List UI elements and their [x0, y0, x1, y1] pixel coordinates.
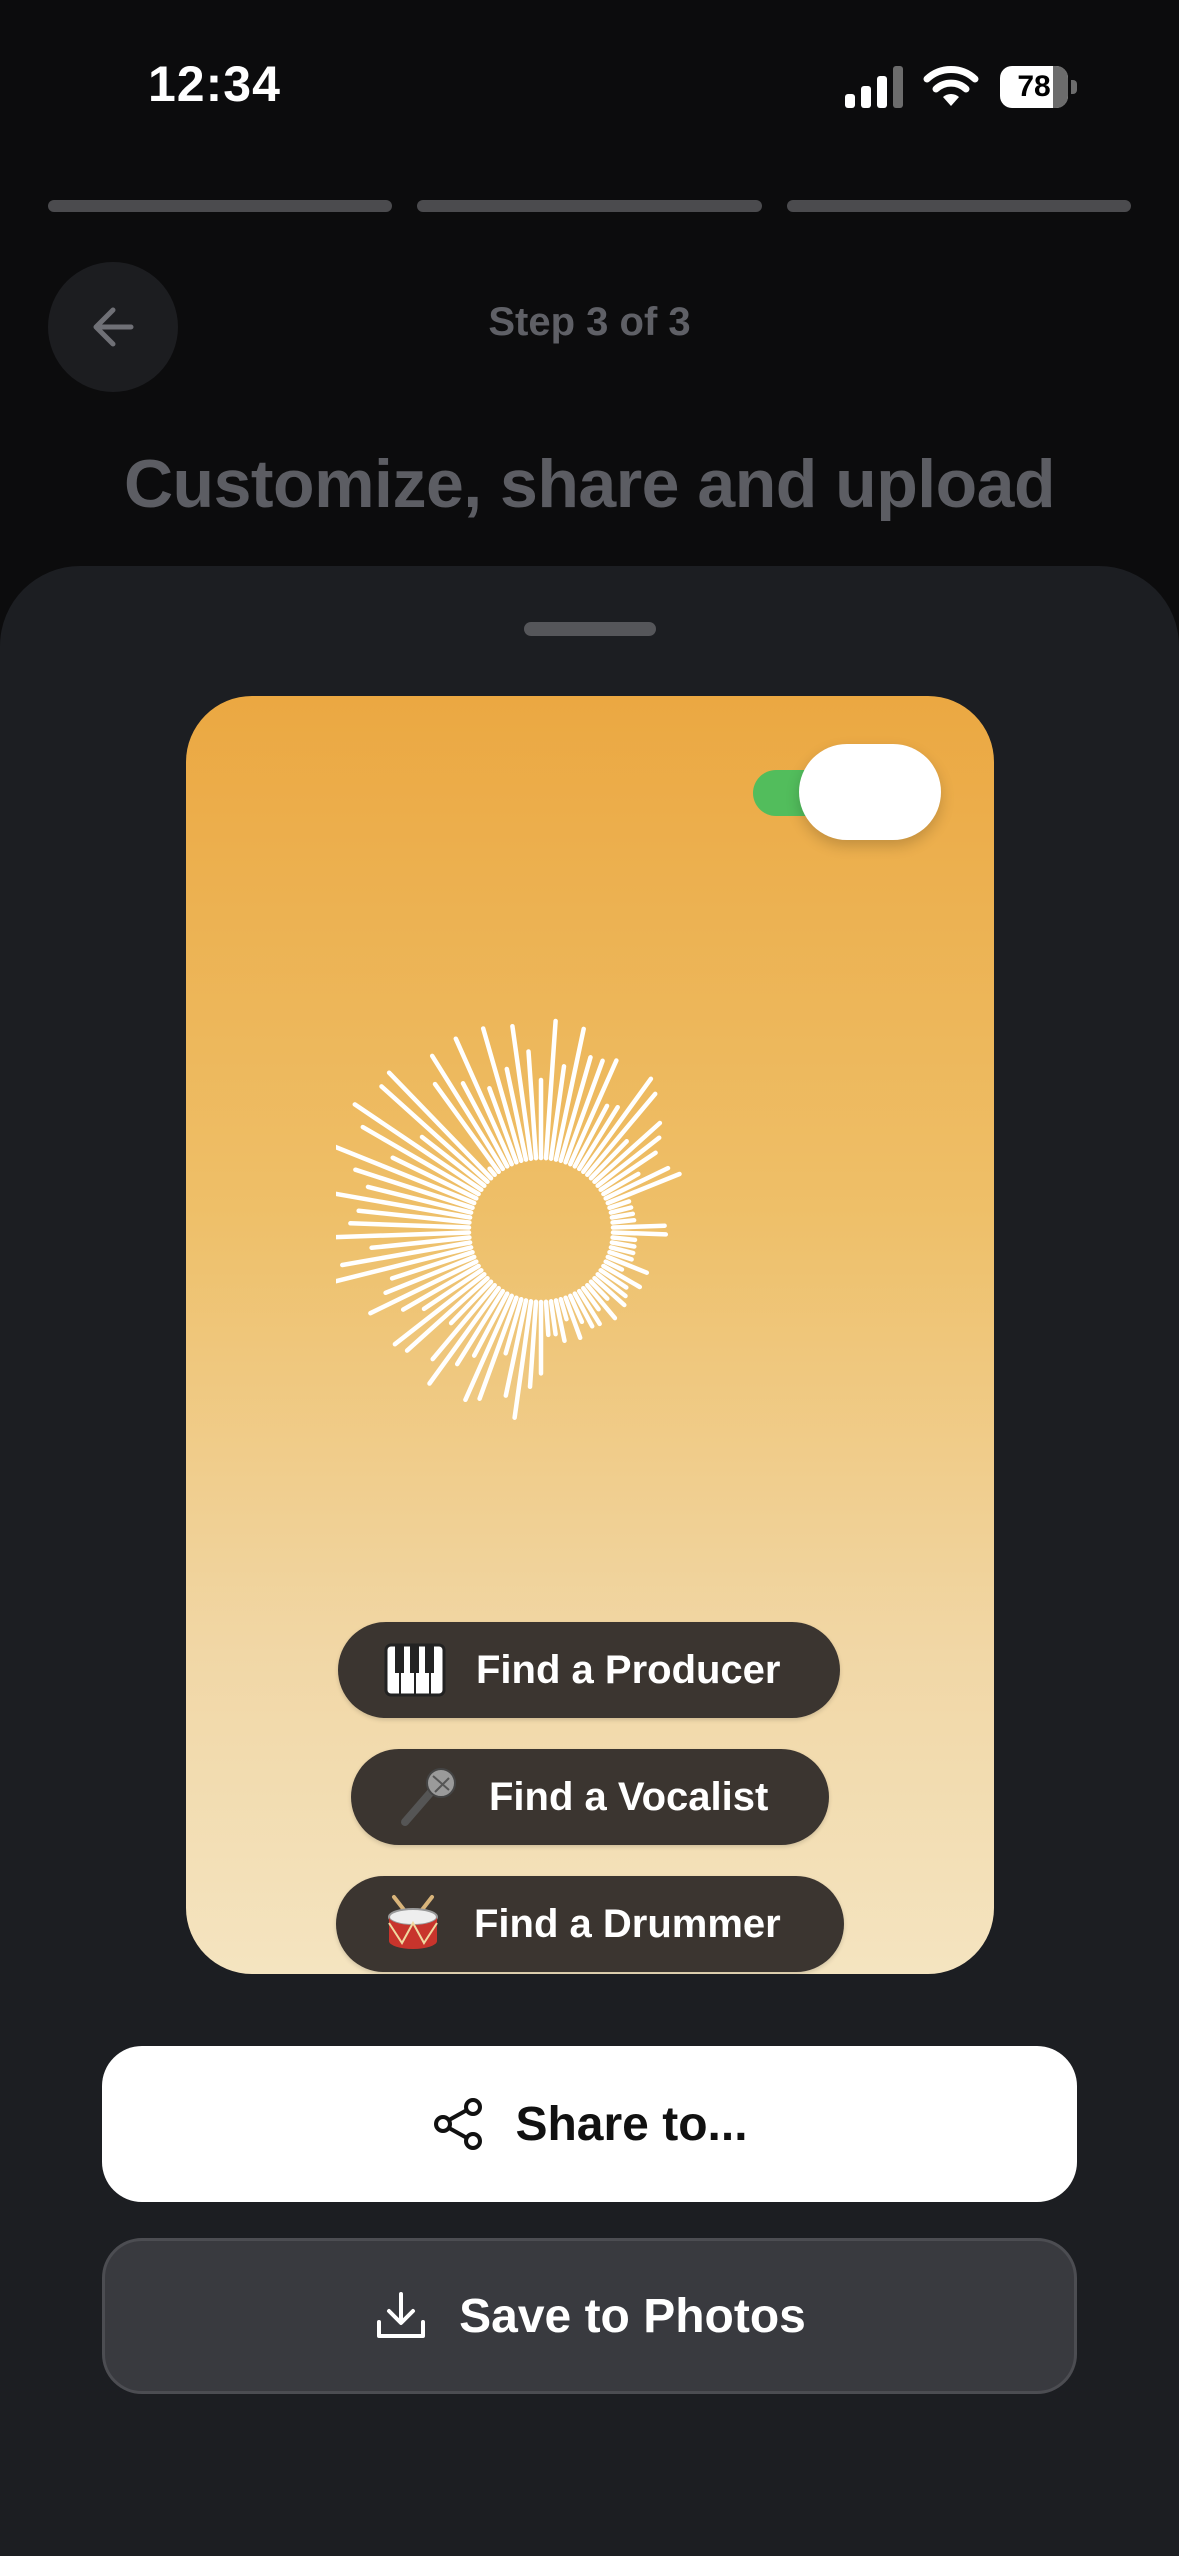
save-button-label: Save to Photos	[459, 2289, 806, 2343]
share-button-label: Share to...	[515, 2097, 748, 2151]
tag-label: Find a Vocalist	[489, 1774, 769, 1819]
visualizer-bar	[581, 1076, 654, 1175]
status-time: 12:34	[148, 56, 281, 112]
progress-segment-3	[786, 200, 1131, 212]
progress-segment-2	[417, 200, 762, 212]
microphone-icon	[397, 1766, 459, 1828]
battery-percent: 78	[1017, 70, 1051, 103]
share-icon	[434, 2098, 483, 2150]
visualizer-bar	[487, 1166, 497, 1178]
visualizer-bar	[609, 1211, 636, 1220]
wifi-icon	[923, 66, 979, 106]
card-toggle[interactable]	[753, 744, 941, 840]
visualizer-bar	[610, 1223, 667, 1230]
step-progress-bar	[48, 200, 1131, 212]
tag-pill-3[interactable]: Find a Drummer	[336, 1876, 844, 1972]
drum-icon	[382, 1893, 444, 1955]
visualizer-bar	[548, 1299, 558, 1337]
share-card-preview: Find a Producer Find a Vocalist Find a Dru…	[186, 696, 994, 1974]
page-title: Customize, share and upload	[123, 446, 1056, 522]
visualizer-bar	[336, 1230, 472, 1240]
step-indicator: Step 3 of 3	[488, 300, 691, 344]
bottom-sheet: Find a Producer Find a Vocalist Find a Dru…	[0, 566, 1179, 2556]
status-bar: 12:34 78	[0, 0, 1179, 170]
visualizer-bar	[609, 1240, 637, 1249]
tag-pill-2[interactable]: Find a Vocalist	[351, 1749, 829, 1845]
progress-segment-1	[48, 200, 393, 212]
visualizer-bar	[543, 1299, 551, 1338]
cellular-signal-icon	[845, 66, 903, 108]
piano-keys-icon	[384, 1639, 446, 1701]
tag-label: Find a Producer	[476, 1647, 781, 1692]
visualizer-bar	[610, 1230, 669, 1237]
tag-label: Find a Drummer	[474, 1901, 781, 1946]
tag-pill-1[interactable]: Find a Producer	[338, 1622, 840, 1718]
battery-icon: 78	[1000, 66, 1078, 108]
visualizer-bar	[610, 1235, 638, 1243]
sheet-grabber[interactable]	[524, 622, 656, 636]
visualizer-bar	[610, 1217, 637, 1225]
share-button[interactable]: Share to...	[102, 2046, 1077, 2202]
visualizer-bar	[348, 1221, 472, 1230]
download-icon	[377, 2292, 426, 2338]
audio-visualizer	[336, 1018, 682, 1420]
save-to-photos-button[interactable]: Save to Photos	[102, 2238, 1077, 2394]
